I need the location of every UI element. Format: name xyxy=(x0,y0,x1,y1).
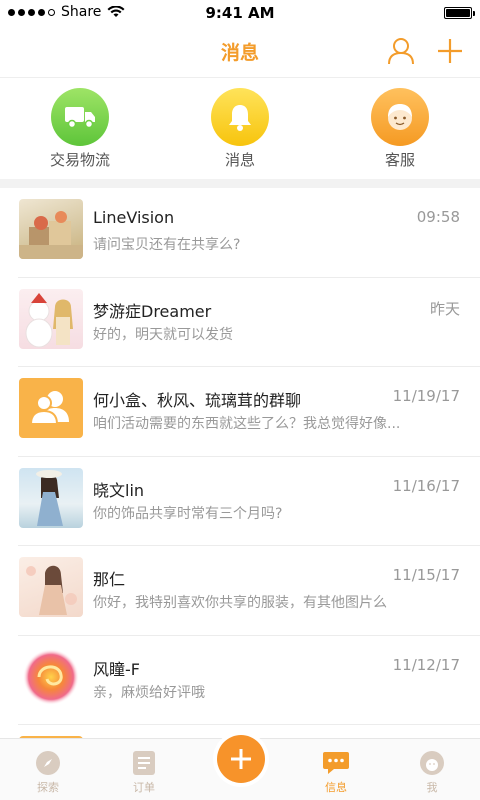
quick-item-service[interactable]: 客服 xyxy=(320,79,480,179)
plus-icon xyxy=(231,749,251,769)
list-item[interactable]: 风瞳-F 11/12/17 亲，麻烦给好评哦 xyxy=(18,636,480,725)
quick-label-service: 客服 xyxy=(384,151,415,169)
section-divider xyxy=(0,179,480,188)
status-bar: Share 9:41 AM xyxy=(0,0,480,26)
nav-bar: 消息 xyxy=(0,26,480,78)
tab-me[interactable]: 我 xyxy=(384,739,480,800)
quick-item-logistics[interactable]: 交易物流 xyxy=(0,79,160,179)
contact-name: 何小盒、秋风、琉璃茸的群聊 xyxy=(93,391,302,410)
contact-name: LineVision xyxy=(93,208,175,227)
avatar xyxy=(19,557,83,617)
add-icon[interactable] xyxy=(436,36,464,66)
message-preview: 请问宝贝还有在共享么? xyxy=(93,237,241,253)
tab-bar: 探索 订单 信息 我 xyxy=(0,735,480,800)
avatar xyxy=(19,467,83,528)
status-time: 9:41 AM xyxy=(205,4,275,22)
message-preview: 亲，麻烦给好评哦 xyxy=(93,684,205,701)
truck-icon xyxy=(51,88,109,146)
contact-name: 梦游症Dreamer xyxy=(93,301,212,321)
tab-orders[interactable]: 订单 xyxy=(96,739,192,800)
tab-label: 我 xyxy=(426,781,438,794)
avatar xyxy=(19,199,83,259)
contact-name: 那仁 xyxy=(93,570,126,589)
list-item[interactable]: 何小盒、秋风、琉璃茸的群聊 11/19/17 咱们活动需要的东西就这些了么？我总… xyxy=(18,367,480,457)
publish-button[interactable] xyxy=(217,735,265,783)
avatar xyxy=(19,288,83,349)
avatar xyxy=(19,646,83,707)
group-chat-icon xyxy=(19,378,83,438)
user-icon[interactable] xyxy=(386,36,416,66)
tab-messages[interactable]: 信息 xyxy=(288,739,384,800)
tab-explore[interactable]: 探索 xyxy=(0,739,96,800)
order-icon xyxy=(130,750,158,776)
message-time: 11/16/17 xyxy=(392,476,460,495)
contact-name: 风瞳-F xyxy=(93,659,140,679)
quick-actions: 交易物流 消息 客服 xyxy=(0,79,480,179)
quick-item-messages[interactable]: 消息 xyxy=(160,79,320,179)
contact-name: 晓文lin xyxy=(93,480,145,500)
quick-label-messages: 消息 xyxy=(224,151,255,169)
message-preview: 你好，我特别喜欢你共享的服装，有其他图片么 xyxy=(93,595,387,611)
message-preview: 你的饰品共享时常有三个月吗? xyxy=(93,505,283,522)
message-icon xyxy=(322,750,350,776)
tab-label: 信息 xyxy=(325,781,347,794)
message-time: 11/12/17 xyxy=(392,655,460,674)
message-time: 11/19/17 xyxy=(392,387,460,405)
bell-icon xyxy=(211,88,269,146)
tab-label: 探索 xyxy=(37,781,59,794)
message-time: 昨天 xyxy=(429,299,460,318)
message-preview: 好的，明天就可以发货 xyxy=(93,326,233,343)
message-time: 09:58 xyxy=(416,208,460,226)
tab-label: 订单 xyxy=(133,781,155,794)
list-item[interactable]: 晓文lin 11/16/17 你的饰品共享时常有三个月吗? xyxy=(18,457,480,546)
list-item[interactable]: LineVision 09:58 请问宝贝还有在共享么? xyxy=(18,188,480,278)
customer-service-icon xyxy=(371,88,429,146)
message-time: 11/15/17 xyxy=(392,566,460,584)
message-preview: 咱们活动需要的东西就这些了么？我总觉得好像... xyxy=(93,416,401,432)
profile-icon xyxy=(418,750,446,776)
battery-icon xyxy=(444,7,475,19)
message-list: LineVision 09:58 请问宝贝还有在共享么? 梦游症Dreamer … xyxy=(0,188,480,738)
list-item[interactable]: 梦游症Dreamer 昨天 好的，明天就可以发货 xyxy=(18,278,480,367)
quick-label-logistics: 交易物流 xyxy=(49,151,110,169)
compass-icon xyxy=(34,750,62,776)
list-item[interactable]: 那仁 11/15/17 你好，我特别喜欢你共享的服装，有其他图片么 xyxy=(18,546,480,636)
